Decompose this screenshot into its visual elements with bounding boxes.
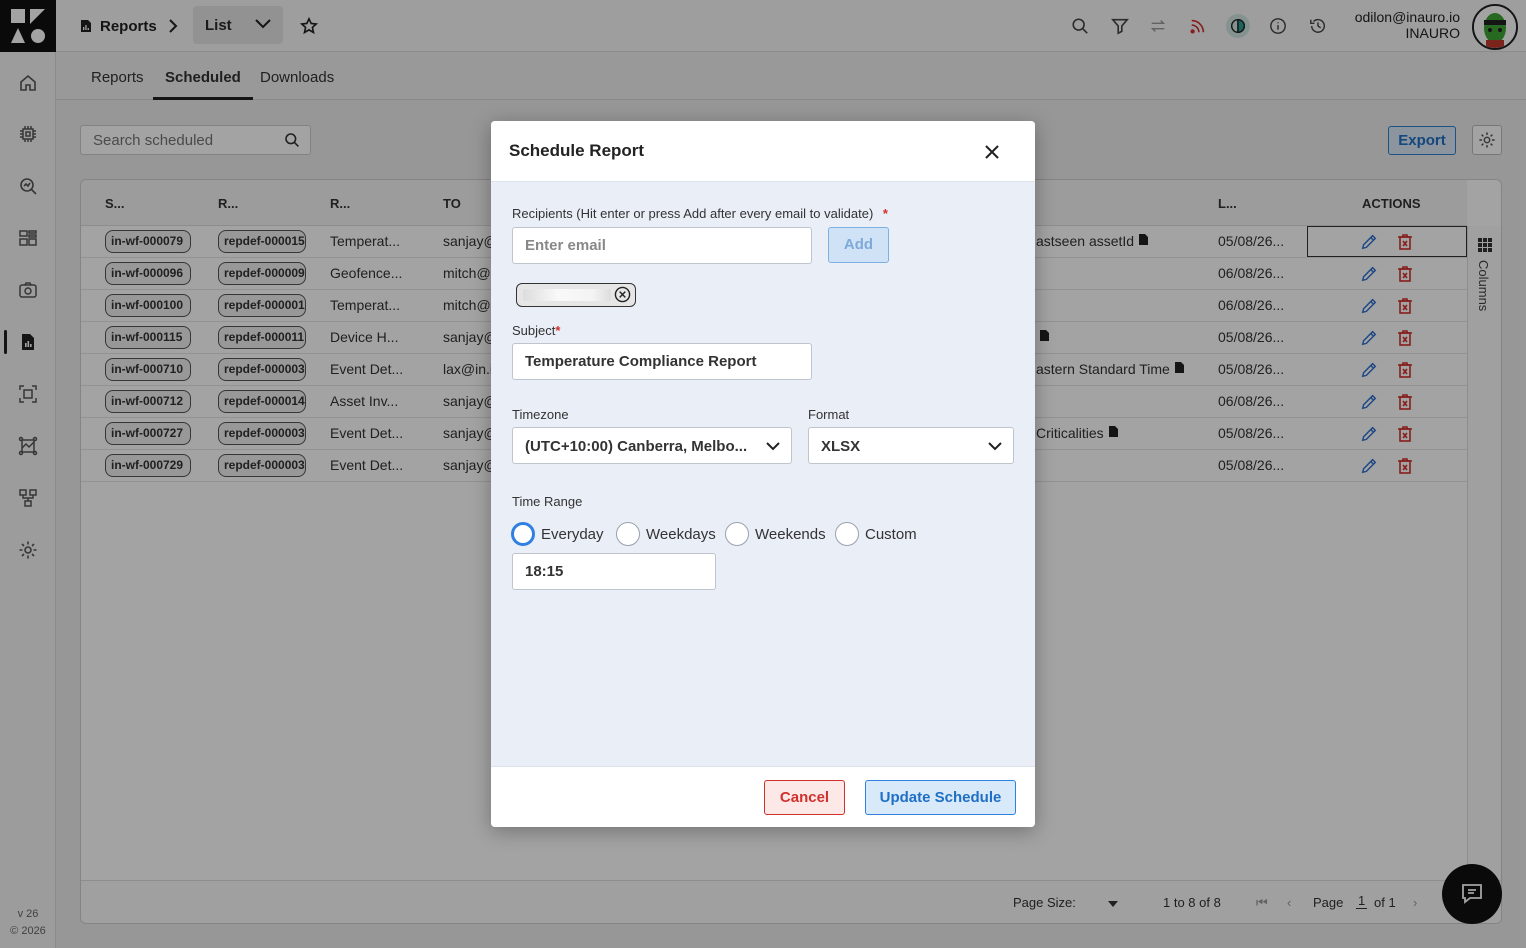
modal-title: Schedule Report [509, 141, 645, 160]
required-marker: * [882, 206, 888, 221]
add-email-button[interactable]: Add [828, 227, 889, 263]
email-input[interactable] [513, 228, 811, 263]
format-label: Format [808, 407, 850, 422]
timezone-value: (UTC+10:00) Canberra, Melbo... [525, 438, 748, 455]
subject-field [512, 343, 812, 380]
radio-weekends-label: Weekends [755, 525, 826, 543]
subject-label: Subject* [512, 323, 560, 338]
radio-button[interactable] [616, 522, 640, 546]
timezone-select[interactable]: (UTC+10:00) Canberra, Melbo... [512, 427, 792, 464]
time-range-label: Time Range [512, 494, 583, 509]
timezone-label: Timezone [512, 407, 569, 422]
radio-button[interactable] [835, 522, 859, 546]
recipient-email-redacted [523, 289, 611, 301]
chevron-down-icon [988, 442, 1002, 451]
update-schedule-button[interactable]: Update Schedule [865, 780, 1016, 815]
format-select[interactable]: XLSX [808, 427, 1014, 464]
schedule-report-modal: Schedule Report Recipients (Hit enter or… [491, 121, 1035, 827]
required-marker: * [555, 323, 561, 338]
subject-input[interactable] [513, 344, 811, 379]
radio-weekdays[interactable]: Weekdays [616, 521, 716, 547]
radio-weekends[interactable]: Weekends [725, 521, 826, 547]
time-input[interactable] [513, 554, 715, 589]
radio-weekdays-label: Weekdays [646, 525, 716, 543]
email-field [512, 227, 812, 264]
chevron-down-icon [766, 442, 780, 451]
cancel-button[interactable]: Cancel [764, 780, 845, 815]
modal-header: Schedule Report [491, 121, 1035, 182]
modal-footer: Cancel Update Schedule [491, 766, 1035, 827]
time-field [512, 553, 716, 590]
recipient-chip [516, 283, 636, 307]
subject-label-text: Subject [512, 323, 556, 338]
radio-everyday-label: Everyday [541, 525, 604, 543]
close-icon[interactable] [979, 139, 1005, 165]
radio-custom[interactable]: Custom [835, 521, 917, 547]
radio-button[interactable] [725, 522, 749, 546]
recipients-label: Recipients (Hit enter or press Add after… [512, 206, 888, 221]
recipients-label-text: Recipients (Hit enter or press Add after… [512, 206, 874, 221]
radio-custom-label: Custom [865, 525, 917, 543]
remove-recipient-icon[interactable] [614, 286, 631, 306]
radio-everyday[interactable]: Everyday [511, 521, 604, 547]
radio-button-selected[interactable] [511, 522, 535, 546]
format-value: XLSX [821, 438, 861, 455]
